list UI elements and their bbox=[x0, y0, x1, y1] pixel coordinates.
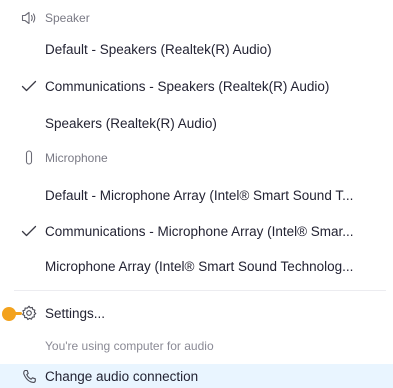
audio-menu: Speaker Default - Speakers (Realtek(R) A… bbox=[0, 0, 393, 388]
audio-status-text: You're using computer for audio bbox=[0, 334, 393, 358]
checkmark-icon bbox=[20, 77, 38, 95]
speaker-option-default[interactable]: Default - Speakers (Realtek(R) Audio) bbox=[0, 36, 393, 62]
speaker-option-label: Speakers (Realtek(R) Audio) bbox=[45, 115, 217, 131]
speaker-option-communications[interactable]: Communications - Speakers (Realtek(R) Au… bbox=[0, 73, 393, 99]
microphone-option-default[interactable]: Default - Microphone Array (Intel® Smart… bbox=[0, 182, 393, 208]
change-audio-connection-item[interactable]: Change audio connection bbox=[0, 364, 393, 388]
gear-icon bbox=[20, 304, 38, 322]
settings-label: Settings... bbox=[45, 305, 106, 321]
microphone-option-communications[interactable]: Communications - Microphone Array (Intel… bbox=[0, 218, 393, 244]
settings-menu-item[interactable]: Settings... bbox=[0, 300, 393, 326]
speaker-icon bbox=[20, 9, 38, 27]
microphone-option-label: Microphone Array (Intel® Smart Sound Tec… bbox=[45, 258, 354, 274]
speaker-option-label: Communications - Speakers (Realtek(R) Au… bbox=[45, 78, 330, 94]
speaker-option-speakers[interactable]: Speakers (Realtek(R) Audio) bbox=[0, 110, 393, 136]
microphone-option-label: Default - Microphone Array (Intel® Smart… bbox=[45, 187, 354, 203]
checkmark-icon bbox=[20, 222, 38, 240]
microphone-icon bbox=[20, 149, 38, 167]
menu-divider bbox=[14, 290, 386, 291]
microphone-section-header: Microphone bbox=[0, 146, 393, 170]
speaker-header-label: Speaker bbox=[45, 11, 90, 25]
microphone-option-array[interactable]: Microphone Array (Intel® Smart Sound Tec… bbox=[0, 253, 393, 279]
change-audio-connection-label: Change audio connection bbox=[45, 368, 199, 384]
microphone-header-label: Microphone bbox=[45, 151, 108, 165]
speaker-section-header: Speaker bbox=[0, 6, 393, 30]
speaker-option-label: Default - Speakers (Realtek(R) Audio) bbox=[45, 41, 272, 57]
phone-icon bbox=[20, 367, 38, 385]
microphone-option-label: Communications - Microphone Array (Intel… bbox=[45, 223, 354, 239]
audio-status-label: You're using computer for audio bbox=[45, 339, 214, 353]
